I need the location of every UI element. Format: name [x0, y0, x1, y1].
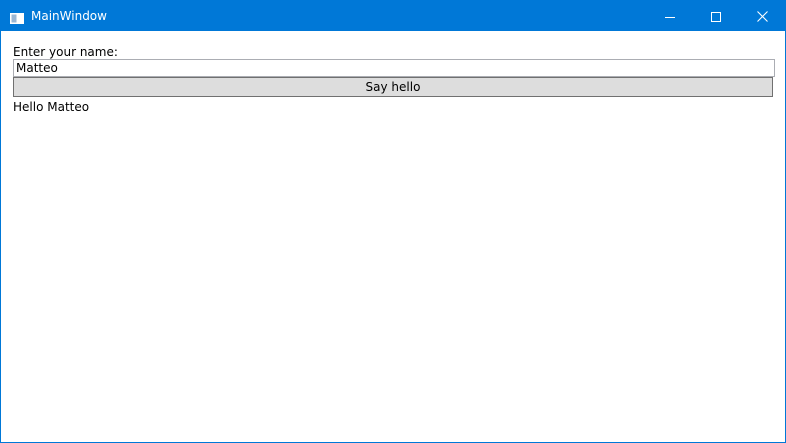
greeting-text: Hello Matteo	[13, 100, 90, 114]
say-hello-button[interactable]: Say hello	[13, 77, 773, 97]
name-input[interactable]	[13, 59, 775, 77]
close-icon	[756, 7, 768, 26]
main-window: MainWindow Enter your name: Matteo Say h…	[0, 0, 786, 443]
window-app-icon	[10, 9, 24, 24]
minimize-icon	[665, 7, 675, 26]
window-title: MainWindow	[31, 9, 107, 23]
name-label: Enter your name:	[13, 45, 118, 59]
title-bar[interactable]: MainWindow	[1, 1, 785, 31]
maximize-button[interactable]	[693, 1, 739, 31]
minimize-button[interactable]	[647, 1, 693, 31]
maximize-icon	[711, 7, 721, 26]
window-content: Enter your name: Say hello Hello Matteo	[1, 31, 785, 442]
close-button[interactable]	[739, 1, 785, 31]
